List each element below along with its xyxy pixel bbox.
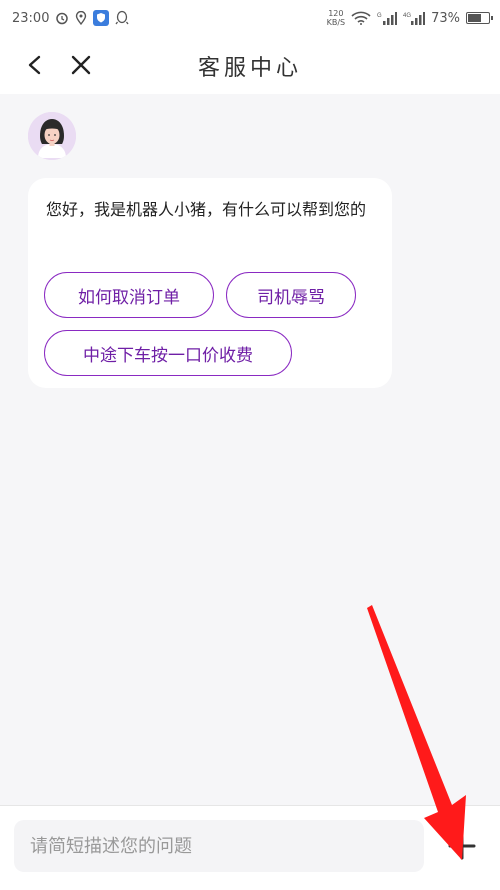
location-icon bbox=[75, 11, 87, 25]
page-title: 客服中心 bbox=[197, 56, 302, 81]
header: 客服中心 bbox=[0, 36, 500, 94]
wifi-icon bbox=[351, 11, 371, 25]
input-bar bbox=[0, 805, 500, 890]
add-attachment-button[interactable] bbox=[446, 830, 478, 862]
signal-4g-icon: 4G bbox=[403, 11, 426, 25]
status-bar-left: 23:00 bbox=[0, 10, 129, 26]
svg-text:G: G bbox=[377, 13, 382, 19]
alarm-icon bbox=[55, 11, 69, 25]
battery-icon bbox=[466, 12, 493, 24]
avatar-girl-icon bbox=[28, 112, 76, 160]
quick-reply-cancel-order[interactable]: 如何取消订单 bbox=[44, 272, 214, 318]
signal-icon: G bbox=[377, 11, 398, 25]
bot-avatar bbox=[28, 112, 76, 160]
battery-fill bbox=[468, 14, 481, 22]
shield-app-icon bbox=[93, 10, 110, 26]
bot-message-bubble: 您好，我是机器人小猪，有什么可以帮到您的 如何取消订单 司机辱骂 中途下车按一口… bbox=[28, 178, 392, 388]
bot-message-text: 您好，我是机器人小猪，有什么可以帮到您的 bbox=[46, 200, 367, 219]
net-speed: 120 KB/S bbox=[326, 9, 346, 27]
quick-reply-midway-dropoff-fee[interactable]: 中途下车按一口价收费 bbox=[44, 330, 292, 376]
message-input[interactable] bbox=[14, 820, 424, 872]
status-bar-right: 120 KB/S G 4G 73% bbox=[326, 0, 493, 36]
status-time: 23:00 bbox=[12, 10, 50, 26]
battery-percent: 73% bbox=[431, 10, 460, 26]
status-bar: 23:00 120 KB/S G 4G 73% bbox=[0, 0, 500, 36]
svg-text:4G: 4G bbox=[403, 13, 411, 19]
plus-icon bbox=[448, 832, 476, 860]
qq-icon bbox=[115, 10, 129, 26]
quick-reply-driver-abuse[interactable]: 司机辱骂 bbox=[226, 272, 356, 318]
